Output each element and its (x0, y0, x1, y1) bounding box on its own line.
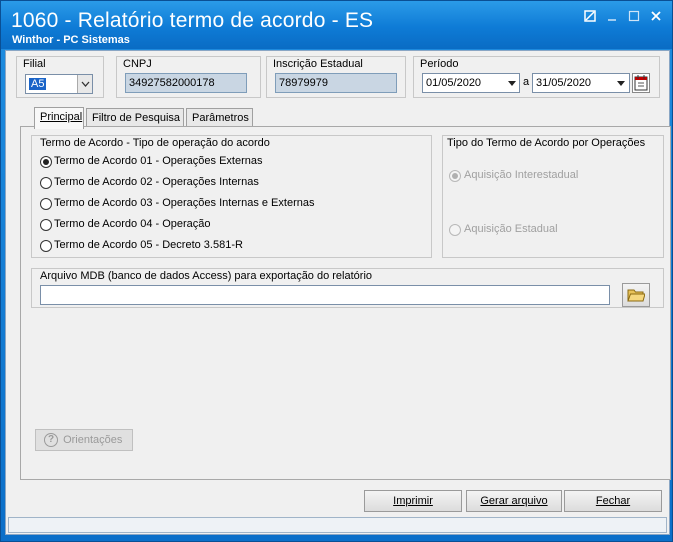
termo-02-label[interactable]: Termo de Acordo 02 - Operações Internas (54, 176, 259, 188)
tipo-title: Tipo do Termo de Acordo por Operações (447, 137, 646, 149)
aquisicao-estadual-radio[interactable] (449, 224, 461, 236)
dropdown-arrow-icon[interactable] (507, 77, 517, 89)
tab-panel-principal: Termo de Acordo - Tipo de operação do ac… (20, 126, 671, 480)
termo-01-label[interactable]: Termo de Acordo 01 - Operações Externas (54, 155, 263, 167)
cnpj-label: CNPJ (123, 58, 152, 70)
arquivo-group: Arquivo MDB (banco de dados Access) para… (31, 268, 664, 308)
folder-icon (627, 289, 646, 306)
browse-folder-button[interactable] (622, 283, 650, 307)
termo-04-label[interactable]: Termo de Acordo 04 - Operação (54, 218, 211, 230)
periodo-separator: a (523, 76, 530, 88)
periodo-label: Período (420, 58, 459, 70)
termo-group: Termo de Acordo - Tipo de operação do ac… (31, 135, 432, 258)
filial-group: Filial A5 (16, 56, 104, 98)
dropdown-arrow-icon[interactable] (616, 77, 626, 89)
close-icon[interactable] (647, 9, 665, 27)
window-title: 1060 - Relatório termo de acordo - ES (11, 9, 374, 32)
cnpj-field: 34927582000178 (125, 73, 247, 93)
termo-05-label[interactable]: Termo de Acordo 05 - Decreto 3.581-R (54, 239, 243, 251)
ie-group: Inscrição Estadual 78979979 (266, 56, 406, 98)
aquisicao-interestadual-radio[interactable] (449, 170, 461, 182)
termo-02-radio[interactable] (40, 177, 52, 189)
title-bar[interactable]: 1060 - Relatório termo de acordo - ES Wi… (1, 1, 672, 49)
termo-title: Termo de Acordo - Tipo de operação do ac… (40, 137, 270, 149)
fechar-button[interactable]: Fechar (564, 490, 662, 512)
periodo-start-field[interactable]: 01/05/2020 (422, 73, 520, 93)
ie-field: 78979979 (275, 73, 397, 93)
cnpj-group: CNPJ 34927582000178 (116, 56, 261, 98)
arquivo-title: Arquivo MDB (banco de dados Access) para… (40, 270, 373, 282)
window-subtitle: Winthor - PC Sistemas (12, 34, 130, 46)
gerar-arquivo-button[interactable]: Gerar arquivo (466, 490, 562, 512)
minimize-icon[interactable] (603, 9, 621, 27)
calendar-icon[interactable] (632, 73, 650, 93)
filial-label: Filial (23, 58, 46, 70)
chevron-down-icon[interactable] (77, 75, 92, 93)
status-bar (8, 517, 667, 533)
app-window: 1060 - Relatório termo de acordo - ES Wi… (0, 0, 673, 542)
termo-03-label[interactable]: Termo de Acordo 03 - Operações Internas … (54, 197, 314, 209)
orientacoes-button[interactable]: ? Orientações (35, 429, 133, 451)
filial-value: A5 (29, 78, 47, 90)
tipo-group: Tipo do Termo de Acordo por Operações Aq… (442, 135, 664, 258)
arquivo-path-input[interactable] (40, 285, 610, 305)
ie-label: Inscrição Estadual (273, 58, 363, 70)
maximize-icon[interactable] (625, 9, 643, 27)
termo-03-radio[interactable] (40, 198, 52, 210)
tab-filtro-pesquisa[interactable]: Filtro de Pesquisa (86, 108, 184, 128)
periodo-group: Período 01/05/2020 a 31/05/2020 (413, 56, 660, 98)
imprimir-button[interactable]: Imprimir (364, 490, 462, 512)
tab-parametros[interactable]: Parâmetros (186, 108, 253, 128)
aquisicao-interestadual-label[interactable]: Aquisição Interestadual (464, 169, 578, 181)
client-area: Filial A5 CNPJ 34927582000178 Inscrição … (5, 50, 671, 535)
termo-01-radio[interactable] (40, 156, 52, 168)
termo-05-radio[interactable] (40, 240, 52, 252)
termo-04-radio[interactable] (40, 219, 52, 231)
restore-icon[interactable] (581, 9, 599, 27)
tab-principal[interactable]: Principal (34, 107, 84, 129)
aquisicao-estadual-label[interactable]: Aquisição Estadual (464, 223, 558, 235)
help-icon: ? (44, 433, 58, 448)
